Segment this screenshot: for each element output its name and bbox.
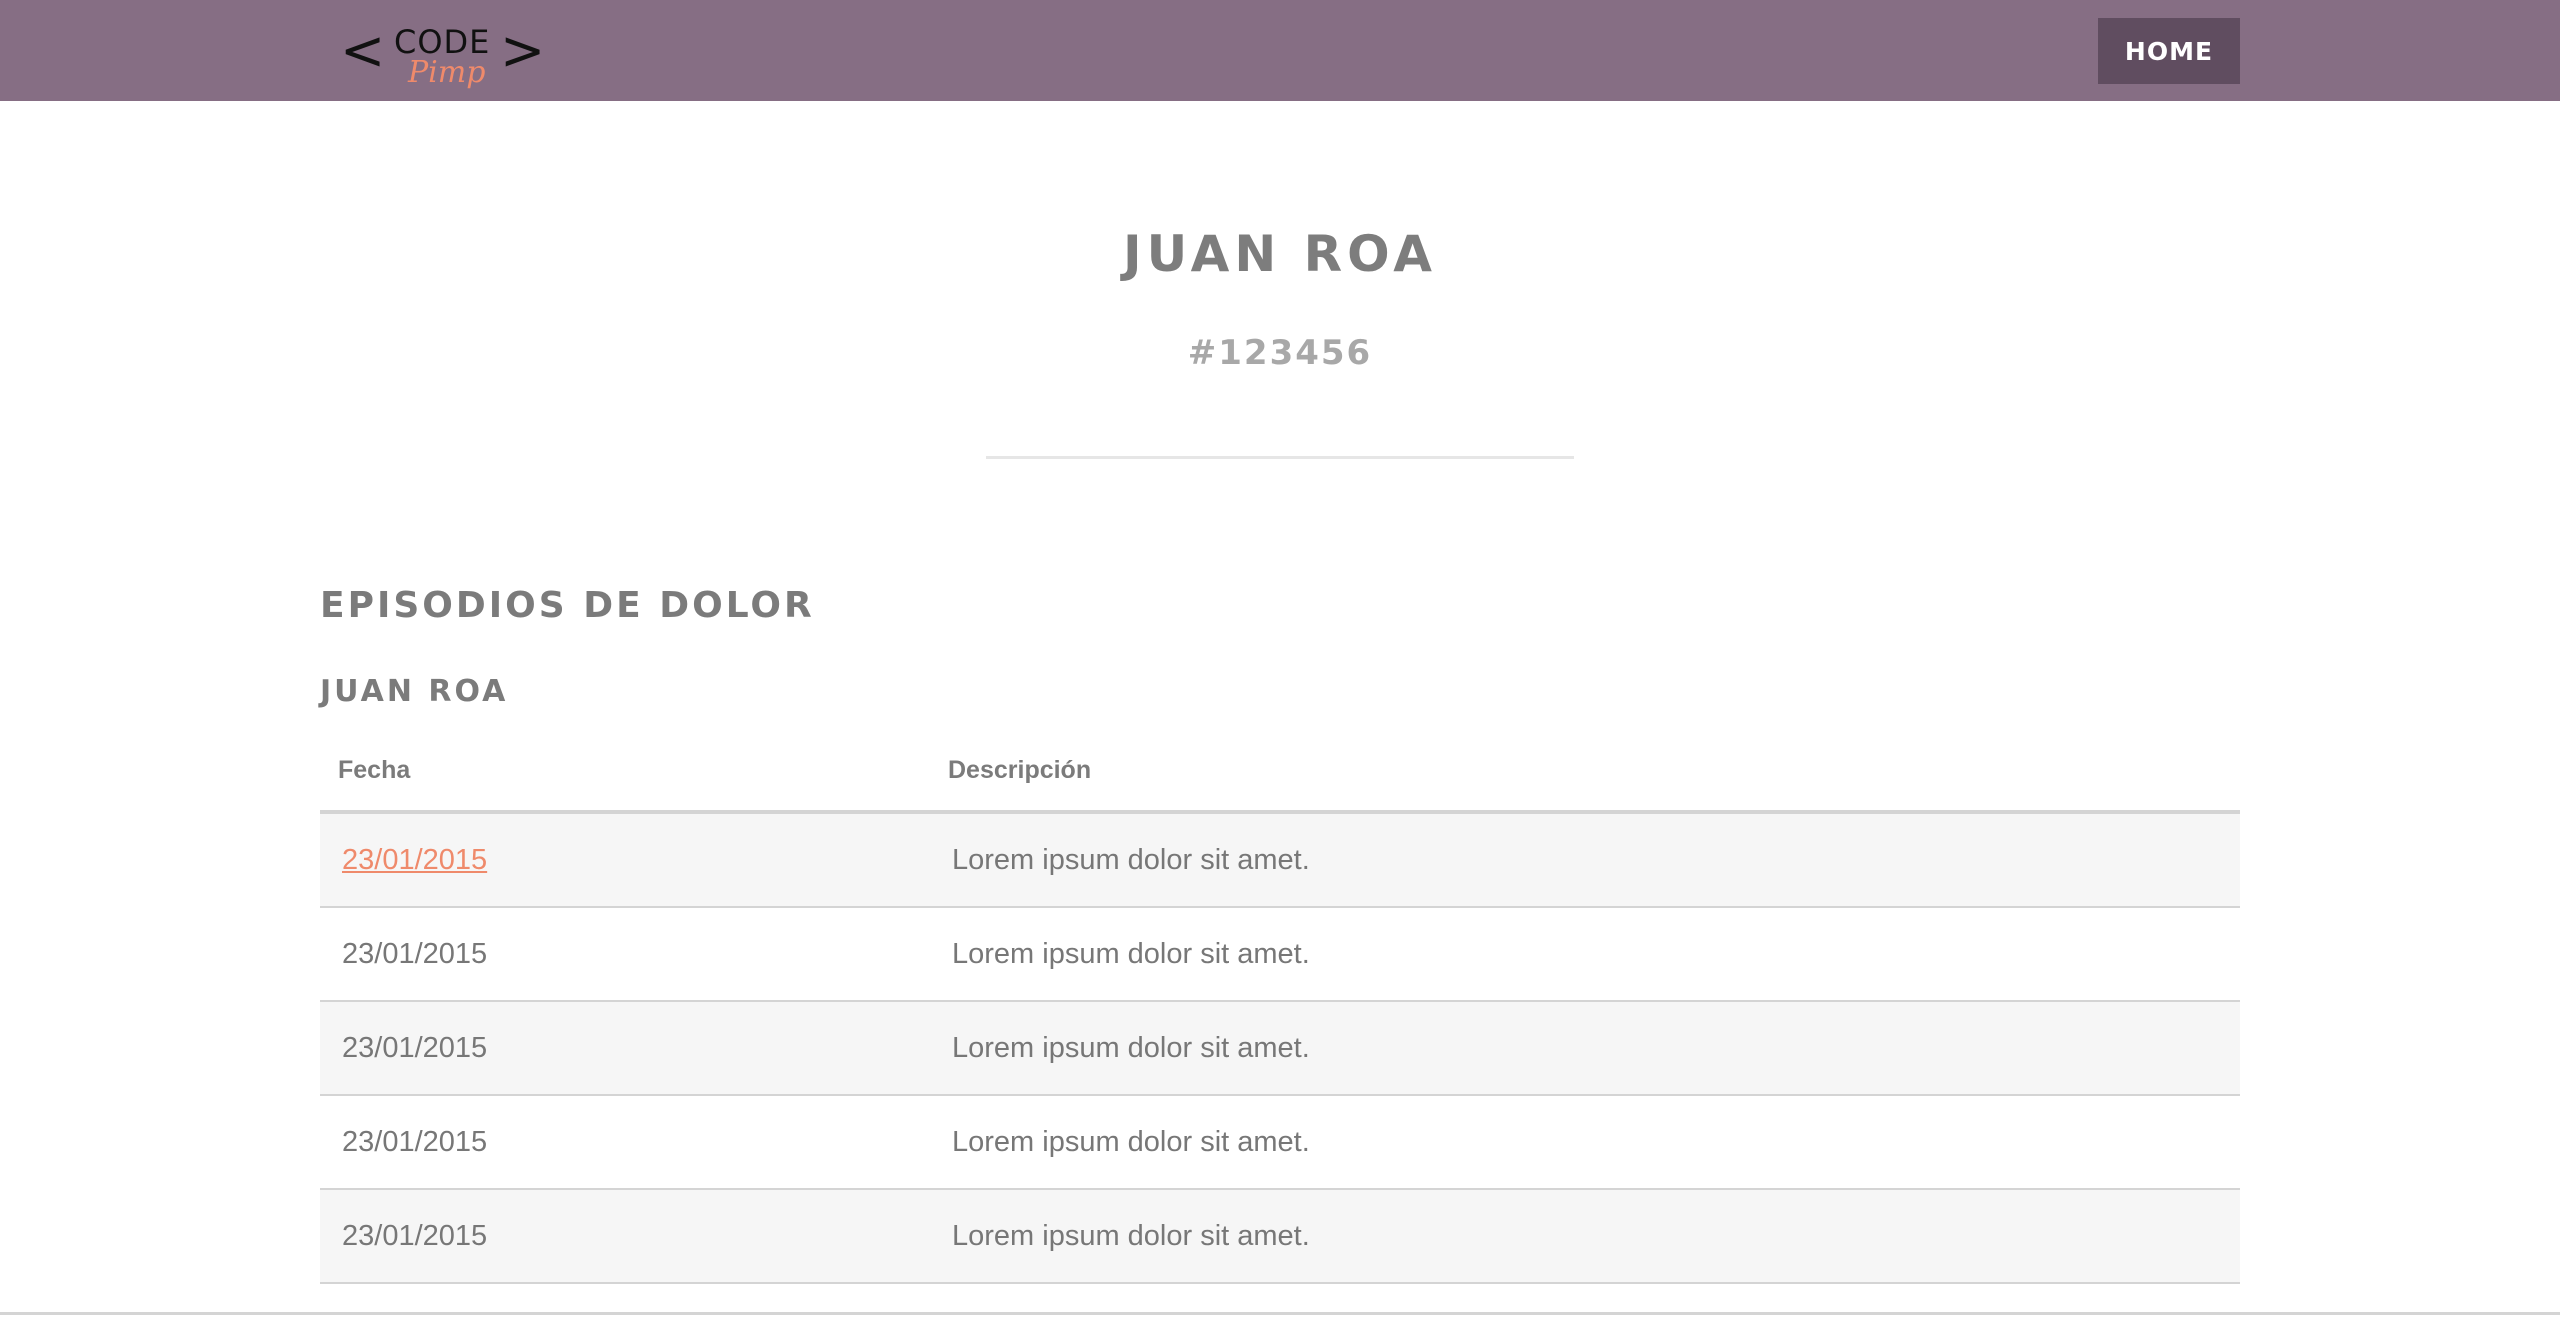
row-description: Lorem ipsum dolor sit amet. [952, 1032, 1310, 1064]
logo-right-bracket: > [500, 19, 546, 82]
row-description: Lorem ipsum dolor sit amet. [952, 844, 1310, 876]
row-description: Lorem ipsum dolor sit amet. [952, 1220, 1310, 1252]
row-date-link[interactable]: 23/01/2015 [342, 842, 487, 878]
table-row[interactable]: 23/01/2015 Lorem ipsum dolor sit amet. [320, 908, 2240, 1002]
column-header-description: Descripción [948, 756, 1092, 784]
logo-left-bracket: < [340, 19, 386, 82]
section-subtitle: JUAN ROA [320, 674, 509, 709]
row-date: 23/01/2015 [342, 1032, 488, 1064]
table-row[interactable]: 23/01/2015 Lorem ipsum dolor sit amet. [320, 1190, 2240, 1284]
table-row[interactable]: 23/01/2015 Lorem ipsum dolor sit amet. [320, 1096, 2240, 1190]
section-title: EPISODIOS DE DOLOR [320, 585, 815, 626]
footer-divider [0, 1312, 2560, 1315]
home-button[interactable]: HOME [2098, 18, 2240, 84]
header-divider [986, 456, 1574, 459]
table-row[interactable]: 23/01/2015 Lorem ipsum dolor sit amet. [320, 1002, 2240, 1096]
column-header-date: Fecha [338, 756, 411, 784]
row-date: 23/01/2015 [342, 938, 488, 970]
row-description: Lorem ipsum dolor sit amet. [952, 938, 1310, 970]
logo-pimp-text: Pimp [408, 55, 486, 90]
table-header-row: Fecha Descripción [320, 734, 2240, 814]
row-description: Lorem ipsum dolor sit amet. [952, 1126, 1310, 1158]
patient-id: #123456 [1187, 333, 1373, 373]
patient-name-heading: JUAN ROA [1123, 225, 1437, 283]
row-date: 23/01/2015 [342, 1126, 488, 1158]
pain-episodes-table: Fecha Descripción 23/01/2015 Lorem ipsum… [320, 734, 2240, 1284]
code-pimp-logo[interactable]: < CODE Pimp > [340, 22, 550, 102]
top-navbar: < CODE Pimp > HOME [0, 0, 2560, 101]
table-row[interactable]: 23/01/2015 Lorem ipsum dolor sit amet. [320, 814, 2240, 908]
row-date: 23/01/2015 [342, 1220, 488, 1252]
